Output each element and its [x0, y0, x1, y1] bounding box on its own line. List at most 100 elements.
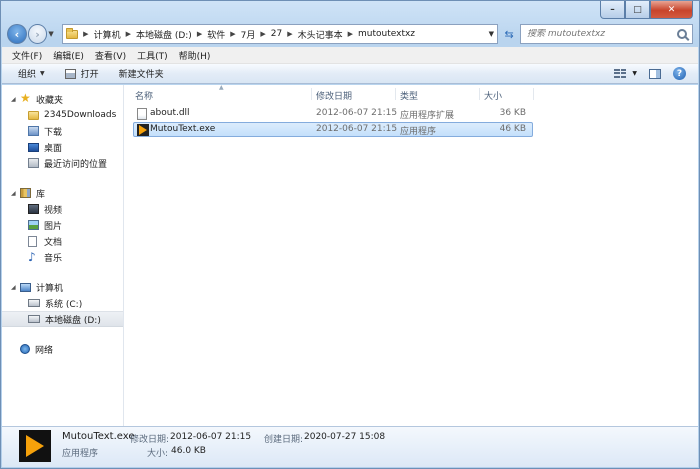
file-size: 36 KB — [499, 108, 526, 118]
chevron-right-icon[interactable]: ▶ — [197, 30, 202, 38]
details-modified-value: 2012-06-07 21:15 — [170, 432, 252, 442]
expand-icon[interactable]: ◢ — [11, 190, 16, 197]
nav-item-label: 2345Downloads — [44, 110, 117, 120]
address-history-dropdown[interactable]: ▼ — [485, 30, 497, 38]
window-controls: – □ ✕ — [600, 1, 693, 19]
column-size[interactable]: 大小 — [484, 89, 502, 102]
file-modified: 2012-06-07 21:15 — [316, 108, 398, 118]
close-button[interactable]: ✕ — [650, 1, 693, 19]
new-folder-button[interactable]: 新建文件夹 — [119, 67, 164, 80]
computer-group: ◢ 计算机 系统 (C:) 本地磁盘 (D:) — [2, 279, 123, 327]
libraries-title: 库 — [36, 189, 46, 200]
nav-item-2345downloads[interactable]: 2345Downloads — [2, 107, 123, 123]
breadcrumb-27[interactable]: 27 — [271, 29, 282, 39]
file-modified: 2012-06-07 21:15 — [316, 124, 398, 134]
nav-item-label: 最近访问的位置 — [44, 159, 108, 170]
menu-view[interactable]: 查看(V) — [95, 49, 126, 62]
nav-item-label: 音乐 — [44, 253, 63, 264]
network-header[interactable]: 网络 — [2, 341, 123, 357]
details-created-label: 创建日期: — [264, 435, 304, 445]
pictures-icon — [28, 220, 39, 230]
chevron-right-icon[interactable]: ▶ — [126, 30, 131, 38]
document-icon — [28, 235, 37, 247]
breadcrumb-computer[interactable]: 计算机 — [94, 28, 121, 41]
nav-item-documents[interactable]: 文档 — [2, 233, 123, 249]
address-row: ‹ › ▼ ▶ 计算机 ▶ 本地磁盘 (D:) ▶ 软件 ▶ 7月 ▶ 27 ▶ 木头记事本… — [7, 22, 693, 46]
libraries-group: ◢ 库 视频 图片 文档 ♪ 音乐 — [2, 185, 123, 265]
file-name: about.dll — [150, 108, 190, 118]
change-view-icon[interactable] — [614, 68, 627, 79]
recent-places-icon — [28, 158, 39, 168]
open-label: 打开 — [80, 70, 99, 80]
nav-item-downloads[interactable]: 下载 — [2, 123, 123, 139]
back-button[interactable]: ‹ — [7, 24, 27, 44]
table-row[interactable]: about.dll 2012-06-07 21:15 应用程序扩展 36 KB — [133, 107, 533, 122]
nav-item-drive-c[interactable]: 系统 (C:) — [2, 295, 123, 311]
search-icon[interactable] — [676, 29, 687, 39]
libraries-header[interactable]: ◢ 库 — [2, 185, 123, 201]
breadcrumb-software[interactable]: 软件 — [207, 28, 225, 41]
address-bar[interactable]: ▶ 计算机 ▶ 本地磁盘 (D:) ▶ 软件 ▶ 7月 ▶ 27 ▶ 木头记事本 ▶ muto… — [62, 24, 499, 44]
forward-button[interactable]: › — [27, 24, 48, 44]
chevron-right-icon[interactable]: ▶ — [83, 30, 88, 38]
expand-icon[interactable]: ◢ — [11, 284, 16, 291]
folder-icon — [28, 110, 39, 120]
maximize-button[interactable]: □ — [625, 1, 650, 19]
column-modified[interactable]: 修改日期 — [316, 89, 352, 102]
nav-item-videos[interactable]: 视频 — [2, 201, 123, 217]
open-button[interactable]: 打开 — [64, 67, 99, 80]
breadcrumb-mutoutextxz[interactable]: mutoutextxz — [358, 29, 415, 39]
table-row[interactable]: MutouText.exe 2012-06-07 21:15 应用程序 46 K… — [133, 122, 533, 137]
arrow-left-icon: ‹ — [14, 27, 20, 41]
organize-button[interactable]: 组织 ▼ — [18, 67, 45, 80]
search-box[interactable] — [519, 24, 693, 44]
menu-help[interactable]: 帮助(H) — [179, 49, 211, 62]
refresh-button[interactable]: ⇆ — [500, 24, 518, 44]
folder-icon — [66, 27, 79, 39]
drive-icon — [28, 299, 40, 307]
menu-tools[interactable]: 工具(T) — [137, 49, 168, 62]
view-options-dropdown[interactable]: ▼ — [632, 70, 637, 77]
menu-file[interactable]: 文件(F) — [12, 49, 42, 62]
help-icon[interactable]: ? — [673, 67, 686, 80]
column-type[interactable]: 类型 — [400, 89, 418, 102]
details-modified-label: 修改日期: — [130, 435, 170, 445]
minimize-button[interactable]: – — [600, 1, 625, 19]
explorer-window: – □ ✕ ‹ › ▼ ▶ 计算机 ▶ 本地磁盘 (D:) ▶ 软件 ▶ 7月 ▶ 27 … — [0, 0, 700, 469]
favorites-header[interactable]: ◢ ★ 收藏夹 — [2, 91, 123, 107]
nav-item-recent[interactable]: 最近访问的位置 — [2, 155, 123, 171]
recent-pages-dropdown[interactable]: ▼ — [48, 30, 58, 38]
breadcrumb-drive-d[interactable]: 本地磁盘 (D:) — [136, 28, 192, 41]
preview-pane-icon[interactable] — [649, 68, 661, 79]
file-size: 46 KB — [499, 124, 526, 134]
column-name[interactable]: 名称 — [135, 89, 153, 102]
chevron-right-icon[interactable]: ▶ — [260, 30, 265, 38]
chevron-right-icon[interactable]: ▶ — [230, 30, 235, 38]
column-divider[interactable] — [311, 88, 312, 100]
nav-item-desktop[interactable]: 桌面 — [2, 139, 123, 155]
expand-icon[interactable]: ◢ — [11, 96, 16, 103]
content-area: ◢ ★ 收藏夹 2345Downloads 下载 桌面 最近访问的位置 ◢ 库 视… — [2, 84, 698, 426]
navigation-pane[interactable]: ◢ ★ 收藏夹 2345Downloads 下载 桌面 最近访问的位置 ◢ 库 视… — [2, 85, 124, 426]
column-divider[interactable] — [479, 88, 480, 100]
column-divider[interactable] — [395, 88, 396, 100]
new-folder-label: 新建文件夹 — [118, 70, 164, 80]
file-name: MutouText.exe — [150, 124, 216, 134]
downloads-icon — [28, 126, 39, 136]
nav-item-music[interactable]: ♪ 音乐 — [2, 249, 123, 265]
view-controls: ▼ ? — [614, 67, 686, 80]
computer-header[interactable]: ◢ 计算机 — [2, 279, 123, 295]
file-list[interactable]: ▲ 名称 修改日期 类型 大小 about.dll 2012-06-07 21:… — [125, 84, 698, 426]
library-icon — [20, 188, 31, 198]
nav-item-pictures[interactable]: 图片 — [2, 217, 123, 233]
breadcrumb-july[interactable]: 7月 — [241, 28, 256, 41]
computer-icon — [20, 282, 31, 292]
menu-edit[interactable]: 编辑(E) — [53, 49, 84, 62]
column-divider[interactable] — [533, 88, 534, 100]
favorites-group: ◢ ★ 收藏夹 2345Downloads 下载 桌面 最近访问的位置 — [2, 91, 123, 171]
nav-item-drive-d[interactable]: 本地磁盘 (D:) — [2, 311, 123, 327]
chevron-right-icon[interactable]: ▶ — [348, 30, 353, 38]
chevron-right-icon[interactable]: ▶ — [287, 30, 292, 38]
search-input[interactable] — [526, 29, 677, 39]
breadcrumb-mutou[interactable]: 木头记事本 — [298, 28, 343, 41]
